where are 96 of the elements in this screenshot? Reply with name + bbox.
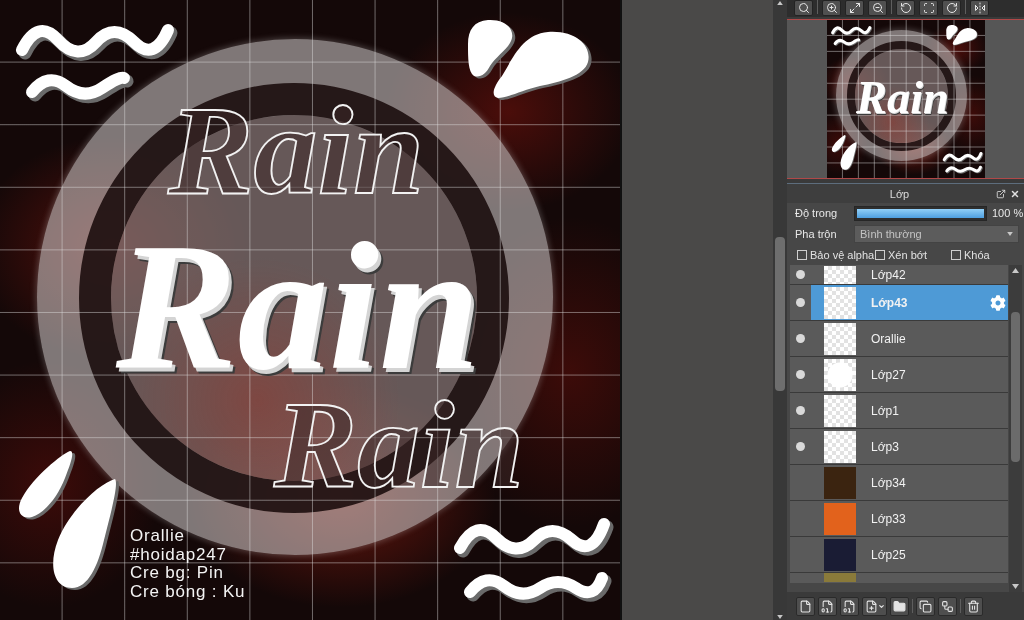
page-icon xyxy=(799,599,812,613)
zoom-in-icon xyxy=(825,2,838,14)
layer-row[interactable]: Lớp33 xyxy=(790,501,1008,537)
actual-size-button[interactable] xyxy=(794,0,813,16)
layer-row[interactable]: Orallie xyxy=(790,321,1008,357)
checkbox[interactable] xyxy=(875,250,885,260)
circle-thumbnail xyxy=(824,358,856,391)
title-text: Rain xyxy=(116,216,481,398)
linked-shapes-icon xyxy=(941,599,954,613)
page-number-icon xyxy=(821,599,834,613)
layer-name: Lớp27 xyxy=(871,367,906,382)
checkbox-label[interactable]: Khóa xyxy=(964,249,990,261)
checkerboard-thumbnail xyxy=(824,286,856,319)
wavy-line xyxy=(833,38,861,47)
scroll-down-icon[interactable] xyxy=(1012,584,1019,589)
new-folder-button[interactable] xyxy=(890,596,909,616)
new-tone-layer-button[interactable] xyxy=(818,596,837,616)
blend-mode-dropdown[interactable]: Bình thường xyxy=(854,225,1019,243)
layer-row[interactable]: Lớp27 xyxy=(790,357,1008,393)
rotate-right-button[interactable] xyxy=(942,0,961,16)
scroll-down-icon[interactable] xyxy=(777,615,783,619)
credit-text: Orallie xyxy=(130,527,186,546)
layer-name: Lớp1 xyxy=(871,403,899,418)
close-icon[interactable] xyxy=(1010,188,1020,199)
wavy-line xyxy=(942,152,983,163)
layer-name: Lớp42 xyxy=(871,267,906,282)
checkerboard-thumbnail xyxy=(824,266,856,284)
rotate-left-button[interactable] xyxy=(896,0,915,16)
fit-view-button[interactable] xyxy=(845,0,864,16)
page-plus-icon xyxy=(864,599,878,613)
layer-name: Lớp43 xyxy=(871,295,908,310)
corners-icon xyxy=(922,2,935,14)
visibility-dot[interactable] xyxy=(796,298,805,307)
layer-name: Lớp34 xyxy=(871,475,906,490)
trash-icon xyxy=(967,599,980,613)
checkerboard-thumbnail xyxy=(824,394,856,427)
credit-text: #hoidap247 xyxy=(130,545,228,564)
folder-icon xyxy=(893,599,906,613)
delete-layer-button[interactable] xyxy=(964,596,983,616)
layer-name: Lớp25 xyxy=(871,547,906,562)
opacity-value: 100 % xyxy=(992,207,1024,219)
duplicate-layer-button[interactable] xyxy=(916,596,935,616)
zoom-in-button[interactable] xyxy=(822,0,841,16)
layer-scrollbar[interactable] xyxy=(1009,265,1022,592)
layer-row[interactable]: Lớp42 xyxy=(790,265,1008,285)
popout-icon[interactable] xyxy=(996,188,1006,199)
copy-icon xyxy=(919,599,932,613)
panel-title: Lớp xyxy=(888,187,911,200)
scrollbar-thumb[interactable] xyxy=(775,237,785,391)
visibility-dot[interactable] xyxy=(796,370,805,379)
scroll-up-icon[interactable] xyxy=(777,1,783,5)
add-layer-menu-button[interactable] xyxy=(862,596,887,616)
wavy-line xyxy=(830,26,872,36)
title-text: Rain xyxy=(856,75,949,122)
flip-button[interactable] xyxy=(970,0,989,16)
opacity-label: Độ trong xyxy=(795,207,839,219)
fit-window-button[interactable] xyxy=(919,0,938,16)
checkbox[interactable] xyxy=(797,250,807,260)
layer-name: Orallie xyxy=(871,331,906,346)
checkerboard-thumbnail xyxy=(824,430,856,463)
visibility-dot[interactable] xyxy=(796,270,805,279)
visibility-dot[interactable] xyxy=(796,334,805,343)
checkbox-label[interactable]: Bảo vệ alpha xyxy=(810,249,875,261)
credit-text: Cre bg: Pin xyxy=(130,564,225,583)
merge-layer-button[interactable] xyxy=(938,596,957,616)
page-number-icon xyxy=(843,599,856,613)
checkbox-label[interactable]: Xén bớt xyxy=(888,249,927,261)
scrollbar-thumb[interactable] xyxy=(1011,312,1020,462)
visibility-dot[interactable] xyxy=(796,406,805,415)
scroll-up-icon[interactable] xyxy=(1012,268,1019,273)
flip-horizontal-icon xyxy=(973,2,986,14)
new-layer-button[interactable] xyxy=(796,596,815,616)
checkbox[interactable] xyxy=(951,250,961,260)
outlined-title-text: Rain xyxy=(168,86,425,214)
wavy-line xyxy=(944,165,983,174)
layer-row[interactable]: Lớp3 xyxy=(790,429,1008,465)
visibility-dot[interactable] xyxy=(796,442,805,451)
layer-name: Lớp33 xyxy=(871,511,906,526)
zoom-out-icon xyxy=(871,2,884,14)
layer-row[interactable]: Lớp25 xyxy=(790,537,1008,573)
checkerboard-thumbnail xyxy=(824,322,856,355)
expand-arrows-icon xyxy=(848,2,861,14)
rotate-right-icon xyxy=(945,2,958,14)
magnifier-icon xyxy=(797,2,810,14)
vertical-scrollbar[interactable] xyxy=(773,0,787,620)
rotate-left-icon xyxy=(899,2,912,14)
caret-icon xyxy=(877,602,885,610)
gear-icon[interactable] xyxy=(990,294,1006,311)
new-bitmap-layer-button[interactable] xyxy=(840,596,859,616)
layer-row[interactable]: Lớp1 xyxy=(790,393,1008,429)
layer-row[interactable]: Lớp34 xyxy=(790,465,1008,501)
blend-label: Pha trộn xyxy=(795,228,838,240)
credit-text: Cre bóng : Ku xyxy=(130,582,246,601)
layer-name: Lớp3 xyxy=(871,439,899,454)
caret-icon xyxy=(1007,232,1013,236)
zoom-out-button[interactable] xyxy=(868,0,887,16)
